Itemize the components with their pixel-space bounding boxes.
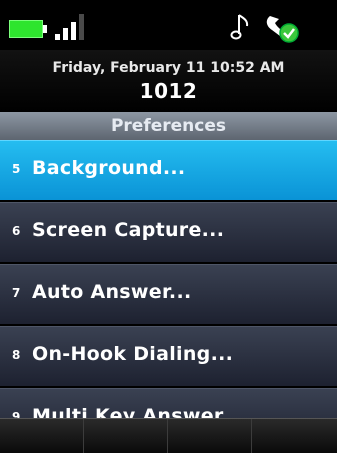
softkey-2[interactable] (84, 419, 168, 453)
header: Friday, February 11 10:52 AM 1012 (0, 50, 337, 112)
signal-bar-2 (63, 28, 68, 40)
menu-item-label: Screen Capture... (32, 219, 225, 241)
date-time: Friday, February 11 10:52 AM (52, 60, 285, 76)
page-title: Preferences (110, 116, 227, 136)
menu-item-label: Multi Key Answer (32, 405, 224, 418)
handset-presence-icon (266, 16, 299, 43)
menu-item-auto-answer[interactable]: 7 Auto Answer... (0, 264, 337, 324)
status-bar (0, 0, 337, 50)
signal-bar-1 (55, 34, 60, 40)
menu-list[interactable]: 5 Background... 6 Screen Capture... 7 Au… (0, 140, 337, 418)
battery-icon (9, 20, 43, 38)
menu-item-on-hook-dialing[interactable]: 8 On-Hook Dialing... (0, 326, 337, 386)
battery-tip (43, 25, 47, 33)
menu-item-screen-capture[interactable]: 6 Screen Capture... (0, 202, 337, 262)
menu-item-label: Auto Answer... (32, 281, 192, 303)
extension-number: 1012 (139, 79, 198, 103)
signal-bar-3 (71, 22, 76, 40)
menu-item-number: 6 (12, 224, 21, 238)
menu-item-number: 8 (12, 348, 21, 362)
menu-item-label: Background... (32, 157, 186, 179)
signal-strength-icon (55, 14, 95, 40)
title-bar: Preferences (0, 112, 337, 140)
menu-item-number: 7 (12, 286, 21, 300)
menu-item-number: 9 (12, 410, 21, 418)
music-note-icon (230, 14, 249, 40)
menu-item-multi-key-answer[interactable]: 9 Multi Key Answer (0, 388, 337, 418)
softkey-1[interactable] (0, 419, 84, 453)
menu-item-number: 5 (12, 162, 21, 176)
softkey-3[interactable] (168, 419, 252, 453)
menu-item-label: On-Hook Dialing... (32, 343, 234, 365)
signal-bar-4 (79, 14, 84, 40)
softkey-4[interactable] (252, 419, 337, 453)
menu-item-background[interactable]: 5 Background... (0, 140, 337, 200)
softkey-bar (0, 418, 337, 453)
